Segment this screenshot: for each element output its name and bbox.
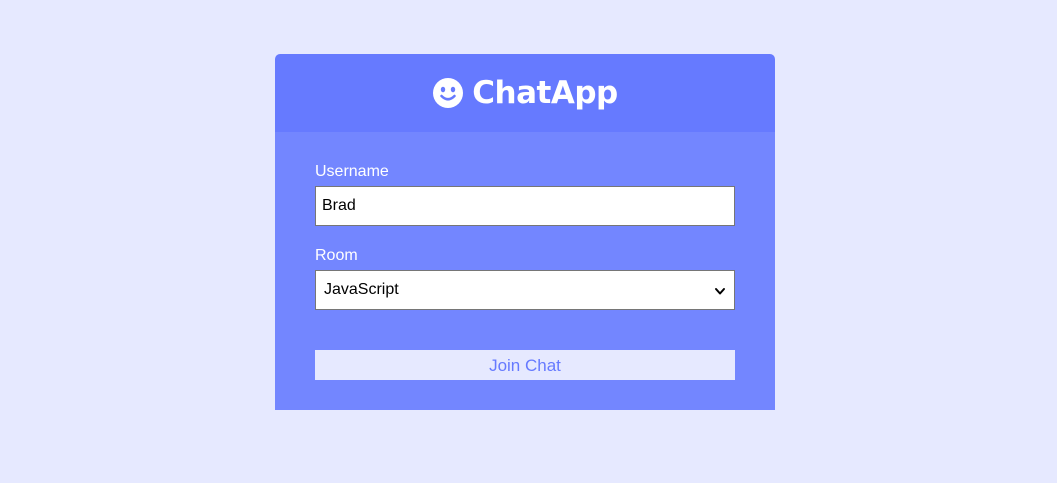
room-label: Room	[315, 247, 358, 264]
username-label: Username	[315, 163, 389, 180]
join-chat-button[interactable]: Join Chat	[315, 350, 735, 380]
username-input[interactable]: Brad	[315, 186, 735, 226]
room-select[interactable]: JavaScript	[315, 270, 735, 310]
app-title: ChatApp	[472, 75, 618, 111]
join-header: ChatApp	[275, 54, 775, 132]
join-form: Username Brad Room JavaScript Join Chat	[275, 132, 775, 410]
smile-icon	[432, 77, 464, 109]
join-container: ChatApp Username Brad Room JavaScript Jo…	[275, 54, 775, 410]
chevron-down-icon	[714, 284, 726, 296]
room-selected-value: JavaScript	[324, 281, 399, 298]
